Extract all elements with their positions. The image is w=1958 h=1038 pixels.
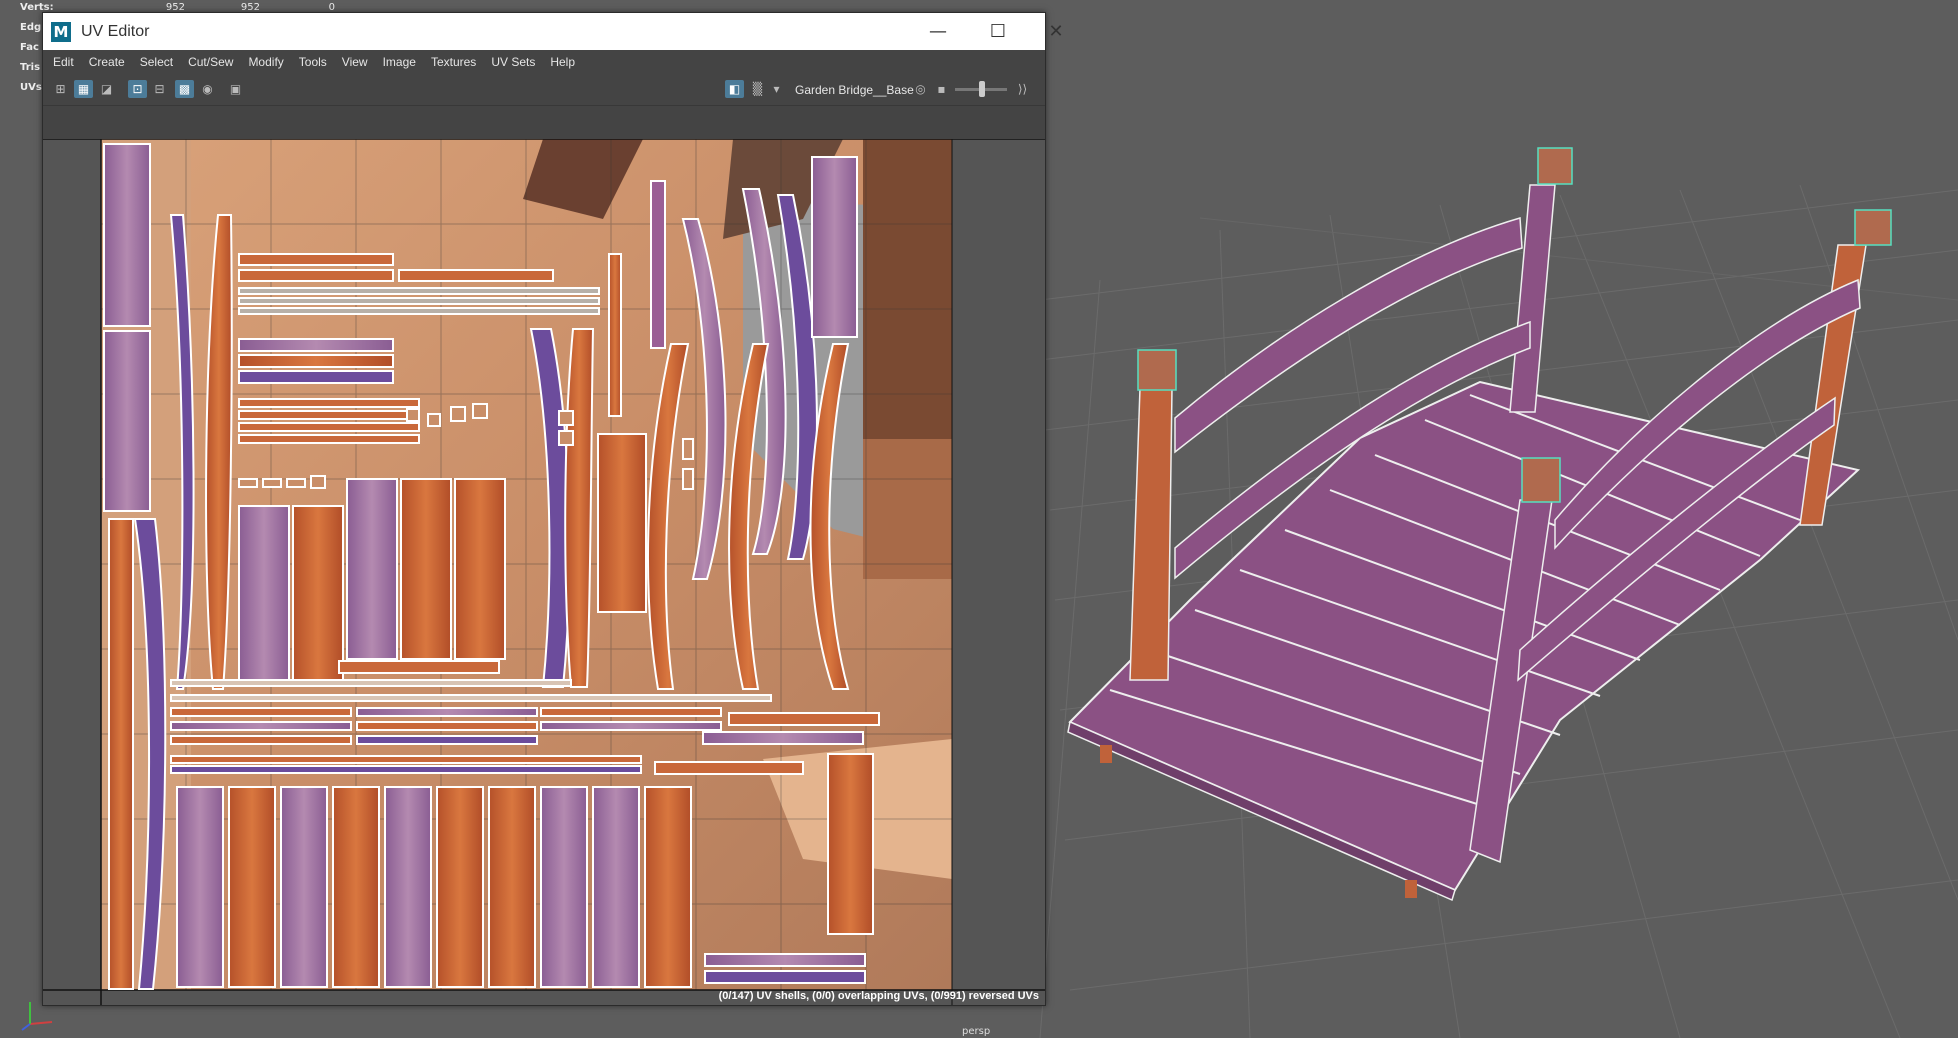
menu-edit[interactable]: Edit [53, 55, 74, 69]
menu-textures[interactable]: Textures [431, 55, 476, 69]
minimize-button[interactable]: — [909, 13, 967, 50]
checker-map-icon[interactable]: ▒ [748, 80, 767, 98]
window-title: UV Editor [81, 22, 150, 40]
uv-editor-window[interactable]: M UV Editor — ☐ ✕ Edit Create Select Cut/Se… [42, 12, 1064, 1006]
menu-uv-sets[interactable]: UV Sets [491, 55, 535, 69]
toolbar-expand-icon[interactable]: ⟩⟩ [1013, 80, 1032, 98]
menu-view[interactable]: View [342, 55, 368, 69]
menu-bar: Edit Create Select Cut/Sew Modify Tools View Im… [43, 50, 1045, 74]
uv-status-line: (0/147) UV shells, (0/0) overlapping UVs… [718, 990, 1039, 1002]
camera-label: persp [962, 1026, 991, 1037]
menu-help[interactable]: Help [550, 55, 575, 69]
view-transform-icon[interactable]: ▪ [932, 80, 951, 98]
texture-name-label[interactable]: Garden Bridge__Base [795, 83, 914, 97]
exposure-slider-handle[interactable] [979, 81, 985, 97]
uv-distortion-icon[interactable]: ◪ [97, 80, 116, 98]
bridge-model[interactable] [1067, 147, 1892, 902]
maximize-button[interactable]: ☐ [969, 13, 1027, 50]
menu-cut-sew[interactable]: Cut/Sew [188, 55, 233, 69]
isolate-select-icon[interactable]: ◉ [198, 80, 217, 98]
color-management-icon[interactable]: ◎ [911, 80, 930, 98]
uv-canvas[interactable]: (0/147) UV shells, (0/0) overlapping UVs… [43, 139, 1045, 1005]
dropdown-arrow-icon[interactable]: ▾ [767, 80, 786, 98]
uv-shell-icon[interactable]: ▦ [74, 80, 93, 98]
menu-select[interactable]: Select [140, 55, 173, 69]
uv-toolbar: ⊞ ▦ ◪ ⊡ ⊟ ▩ ◉ ▣ ◧ ▒ ▾ Garden Bridge__Bas… [43, 74, 1045, 106]
pixel-snap-icon[interactable]: ⊟ [150, 80, 169, 98]
uv-grid-icon[interactable]: ▩ [175, 80, 194, 98]
uv-toolkit-icon[interactable]: ⊞ [51, 80, 70, 98]
close-button[interactable]: ✕ [1027, 13, 1085, 50]
grid-display-icon[interactable]: ⊡ [128, 80, 147, 98]
image-display-icon[interactable]: ◧ [725, 80, 744, 98]
menu-tools[interactable]: Tools [299, 55, 327, 69]
title-bar[interactable]: M UV Editor — ☐ ✕ [43, 13, 1064, 50]
maya-app-icon: M [51, 21, 71, 42]
menu-create[interactable]: Create [89, 55, 125, 69]
uv-texture-space[interactable] [43, 139, 1045, 1005]
menu-image[interactable]: Image [383, 55, 416, 69]
menu-modify[interactable]: Modify [248, 55, 283, 69]
snapshot-icon[interactable]: ▣ [226, 80, 245, 98]
